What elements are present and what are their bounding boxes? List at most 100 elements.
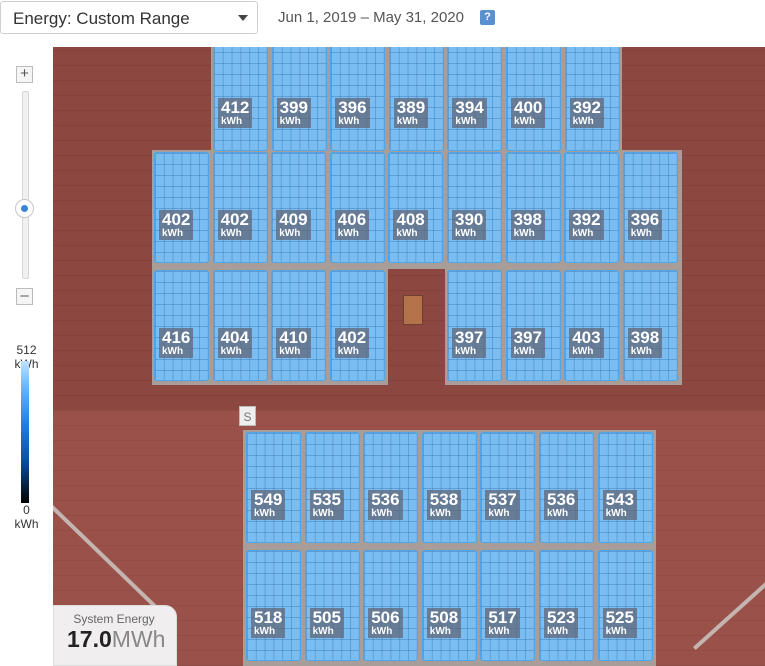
solar-panel[interactable]: 400 kWh	[506, 47, 561, 151]
solar-panel[interactable]: 392 kWh	[564, 152, 620, 263]
panel-energy-number: 508	[429, 607, 459, 627]
zoom-slider-handle[interactable]	[15, 199, 34, 218]
legend-min-unit: kWh	[14, 517, 39, 531]
panel-energy-unit: kWh	[396, 115, 418, 127]
system-energy-value: 17.0MWh	[67, 626, 165, 653]
panel-energy-number: 410	[279, 327, 308, 347]
solar-panel[interactable]: 399 kWh	[271, 47, 327, 151]
zoom-slider-track[interactable]	[22, 91, 29, 279]
panel-energy-value: 416 kWh	[159, 327, 194, 358]
panel-energy-number: 549	[254, 489, 283, 509]
solar-panel[interactable]: 549 kWh	[246, 432, 301, 543]
solar-panel[interactable]: 392 kWh	[564, 47, 620, 151]
panel-energy-unit: kWh	[220, 227, 242, 239]
solar-panel[interactable]: 518 kWh	[246, 550, 301, 661]
solar-panel[interactable]: 396 kWh	[622, 152, 678, 263]
legend-min-value: 0	[23, 503, 30, 517]
panel-energy-number: 402	[337, 327, 367, 347]
panel-energy-unit: kWh	[371, 625, 393, 637]
solar-panel[interactable]: 402 kWh	[329, 270, 385, 381]
panel-energy-unit: kWh	[630, 227, 652, 239]
panel-energy-value: 396 kWh	[627, 209, 663, 240]
solar-panel[interactable]: 404 kWh	[212, 270, 268, 381]
panel-energy-unit: kWh	[572, 115, 594, 127]
panel-energy-unit: kWh	[572, 227, 594, 239]
system-energy-summary: System Energy 17.0MWh	[53, 605, 177, 666]
panel-energy-value: 538 kWh	[426, 489, 462, 520]
solar-panel[interactable]: 538 kWh	[421, 432, 477, 543]
panel-energy-number: 389	[396, 97, 426, 117]
panel-energy-unit: kWh	[455, 345, 477, 357]
solar-panel[interactable]: 398 kWh	[622, 270, 678, 381]
panel-energy-unit: kWh	[279, 227, 301, 239]
panel-energy-unit: kWh	[513, 227, 535, 239]
solar-panel[interactable]: 536 kWh	[363, 432, 419, 543]
view-mode-dropdown[interactable]: Energy: Custom Range	[0, 1, 258, 34]
panel-energy-number: 408	[396, 209, 425, 229]
panel-energy-value: 409 kWh	[276, 209, 311, 240]
date-range-label[interactable]: Jun 1, 2019 – May 31, 2020	[278, 9, 464, 26]
solar-panel[interactable]: 506 kWh	[363, 550, 419, 661]
solar-panel[interactable]: 412 kWh	[213, 47, 268, 151]
panel-energy-unit: kWh	[547, 625, 569, 637]
solar-panel[interactable]: 398 kWh	[505, 152, 561, 263]
roof-vent	[403, 295, 423, 325]
panel-energy-unit: kWh	[371, 507, 393, 519]
solar-panel[interactable]: 523 kWh	[539, 550, 594, 661]
solar-panel[interactable]: 416 kWh	[154, 270, 209, 381]
solar-panel[interactable]: 402 kWh	[154, 152, 209, 263]
panel-energy-value: 406 kWh	[334, 209, 370, 240]
solar-panel[interactable]: 402 kWh	[212, 152, 268, 263]
panel-energy-number: 537	[488, 489, 517, 509]
solar-panel[interactable]: 397 kWh	[505, 270, 561, 381]
solar-panel[interactable]: 406 kWh	[329, 152, 385, 263]
system-energy-title: System Energy	[73, 612, 155, 626]
solar-panel[interactable]: 409 kWh	[271, 152, 327, 263]
panel-energy-number: 525	[605, 607, 634, 627]
solar-panel[interactable]: 397 kWh	[447, 270, 502, 381]
panel-energy-number: 535	[312, 489, 341, 509]
solar-panel[interactable]: 396 kWh	[330, 47, 386, 151]
panel-energy-unit: kWh	[312, 625, 334, 637]
solar-panel[interactable]: 410 kWh	[271, 270, 327, 381]
solar-panel[interactable]: 535 kWh	[304, 432, 360, 543]
zoom-in-button[interactable]: +	[16, 66, 33, 83]
panel-energy-number: 392	[572, 209, 601, 229]
energy-color-legend	[21, 361, 29, 503]
roof-map[interactable]: 412 kWh 399 kWh 396 kWh 389 kWh 394 kWh 400 kWh 392 k…	[53, 47, 765, 666]
solar-panel[interactable]: 517 kWh	[480, 550, 536, 661]
solar-panel[interactable]: 508 kWh	[421, 550, 477, 661]
panel-energy-unit: kWh	[513, 345, 535, 357]
solar-panel[interactable]: 408 kWh	[388, 152, 444, 263]
solar-panel[interactable]: 505 kWh	[304, 550, 360, 661]
panel-energy-value: 397 kWh	[510, 327, 545, 358]
panel-energy-number: 536	[547, 489, 576, 509]
help-icon[interactable]: ?	[480, 10, 495, 25]
solar-panel[interactable]: 537 kWh	[480, 432, 536, 543]
panel-energy-number: 404	[220, 327, 249, 347]
solar-panel[interactable]: 389 kWh	[388, 47, 444, 151]
view-mode-label: Energy: Custom Range	[13, 9, 190, 28]
panel-energy-value: 408 kWh	[393, 209, 428, 240]
solar-panel[interactable]: 525 kWh	[597, 550, 653, 661]
panel-energy-number: 523	[547, 607, 576, 627]
panel-energy-number: 506	[371, 607, 400, 627]
solar-panel[interactable]: 394 kWh	[447, 47, 503, 151]
panel-energy-value: 410 kWh	[276, 327, 311, 358]
solar-panel[interactable]: 536 kWh	[539, 432, 594, 543]
solar-panel[interactable]: 403 kWh	[564, 270, 620, 381]
panel-energy-unit: kWh	[312, 507, 334, 519]
panel-energy-unit: kWh	[337, 345, 359, 357]
solar-panel[interactable]: 390 kWh	[447, 152, 502, 263]
zoom-out-button[interactable]: –	[16, 288, 33, 305]
panel-energy-number: 416	[162, 327, 191, 347]
panel-energy-number: 390	[455, 209, 484, 229]
string-marker[interactable]: S	[239, 406, 256, 426]
panel-energy-number: 538	[429, 489, 459, 509]
system-energy-unit: MWh	[111, 626, 166, 652]
solar-panel[interactable]: 543 kWh	[597, 432, 653, 543]
panel-energy-value: 396 kWh	[335, 97, 370, 128]
panel-energy-number: 400	[514, 97, 543, 117]
panel-energy-value: 404 kWh	[217, 327, 252, 358]
panel-energy-number: 536	[371, 489, 400, 509]
